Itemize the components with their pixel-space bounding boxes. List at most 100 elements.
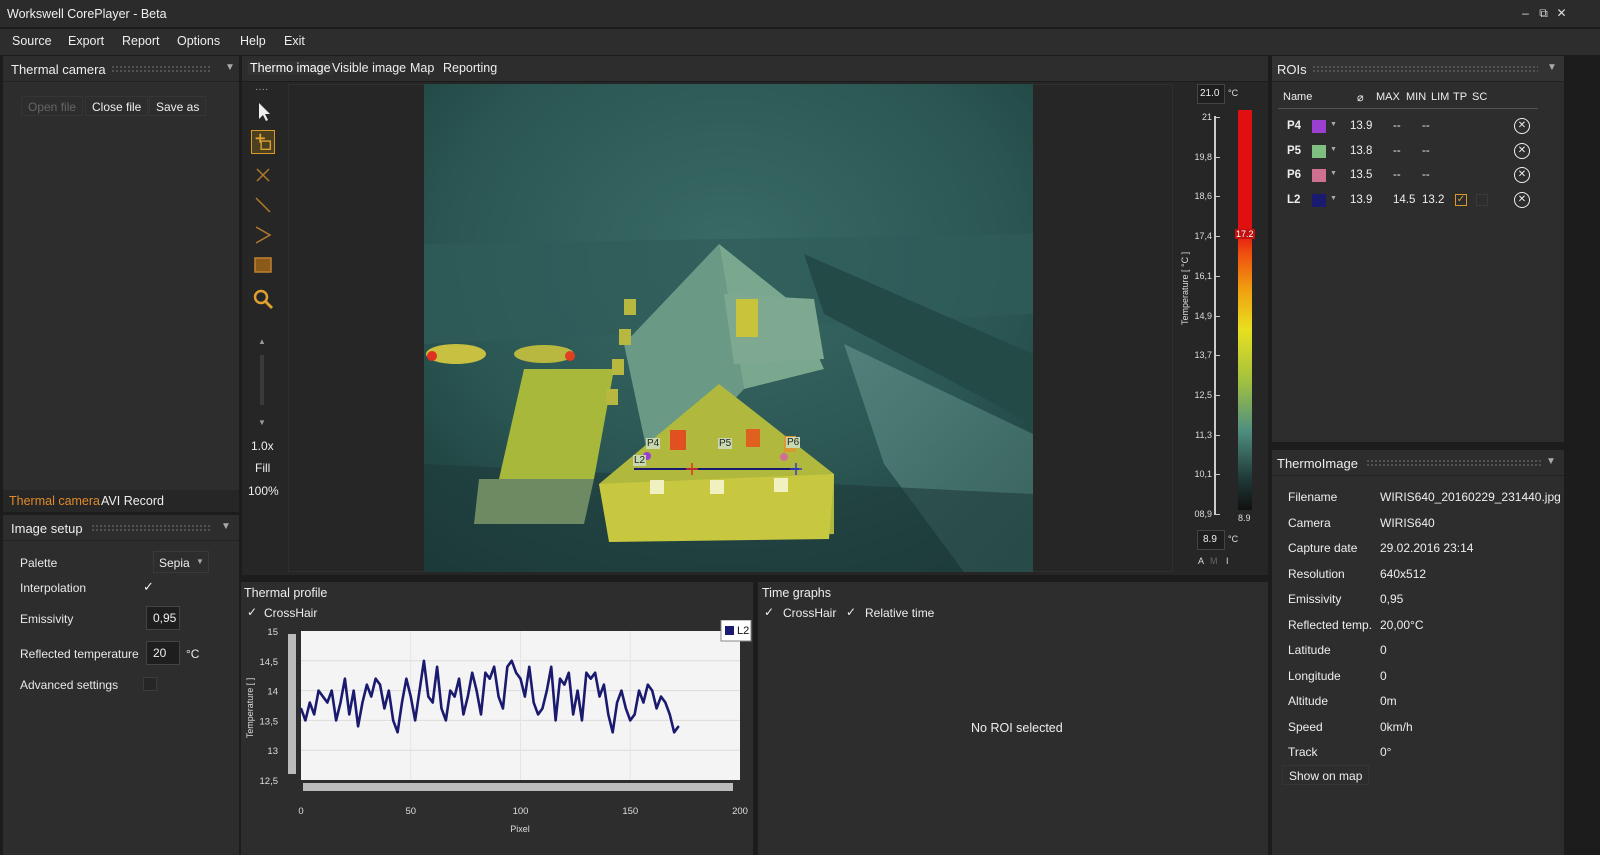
show-on-map-button[interactable]: Show on map (1282, 765, 1370, 785)
rectangle-tool-icon[interactable] (251, 253, 275, 277)
info-label: Capture date (1288, 541, 1358, 555)
menu-options[interactable]: Options (177, 34, 220, 48)
scale-mode-a[interactable]: A (1198, 556, 1204, 566)
scale-max-input[interactable]: 21.0 (1197, 84, 1225, 104)
horizontal-scrollbar[interactable] (303, 783, 733, 791)
spot-tool-icon[interactable] (251, 163, 275, 187)
roi-label-p4[interactable]: P4 (646, 438, 661, 449)
panel-grip[interactable] (111, 65, 211, 73)
color-dropdown-icon[interactable]: ▼ (1330, 170, 1337, 177)
emissivity-input[interactable]: 0,95 (146, 606, 180, 630)
panel-grip[interactable] (91, 524, 211, 532)
reflected-temperature-input[interactable]: 20 (146, 641, 180, 665)
info-value: 0km/h (1380, 719, 1413, 734)
menu-source[interactable]: Source (12, 34, 52, 48)
polyline-tool-icon[interactable] (251, 223, 275, 247)
panel-grip[interactable] (1312, 65, 1538, 73)
reflected-unit: °C (186, 647, 200, 661)
fill-button[interactable]: Fill (255, 461, 270, 475)
roi-row[interactable]: P6 ▼ 13.5 -- -- ✕ (1280, 166, 1560, 186)
scale-tick-label: 17,4 (1194, 231, 1212, 242)
data-point (414, 719, 416, 722)
data-point (401, 701, 403, 704)
roi-color-swatch[interactable] (1312, 120, 1326, 133)
data-point (546, 689, 548, 692)
tab-thermal-camera[interactable]: Thermal camera (9, 494, 100, 508)
tab-map[interactable]: Map (410, 61, 434, 75)
scale-min-input[interactable]: 8.9 (1197, 530, 1225, 550)
tab-reporting[interactable]: Reporting (443, 61, 497, 75)
data-point (374, 677, 377, 680)
tab-visible-image[interactable]: Visible image (332, 61, 406, 75)
zoom-slider[interactable] (260, 355, 264, 405)
crosshair-checkbox[interactable]: ✓ (247, 605, 257, 619)
roi-row[interactable]: P5 ▼ 13.8 -- -- ✕ (1280, 142, 1560, 162)
scale-mode-i[interactable]: I (1226, 556, 1229, 566)
data-point (554, 719, 557, 722)
chevron-down-icon[interactable]: ▼ (225, 62, 235, 73)
data-point (524, 695, 526, 698)
scale-low-marker[interactable]: 8.9 (1238, 513, 1251, 523)
roi-color-swatch[interactable] (1312, 169, 1326, 182)
minimize-icon[interactable]: ‒ (1518, 5, 1533, 21)
close-icon[interactable]: ✕ (1554, 5, 1569, 21)
chevron-down-icon[interactable]: ▼ (1547, 62, 1557, 73)
color-dropdown-icon[interactable]: ▼ (1330, 195, 1337, 202)
roi-color-swatch[interactable] (1312, 193, 1326, 207)
remove-roi-icon[interactable]: ✕ (1514, 118, 1530, 134)
color-dropdown-icon[interactable]: ▼ (1330, 146, 1337, 153)
zoom-down-icon[interactable]: ▼ (258, 418, 266, 427)
remove-roi-icon[interactable]: ✕ (1514, 191, 1530, 208)
menu-export[interactable]: Export (68, 34, 104, 48)
menu-exit[interactable]: Exit (284, 34, 305, 48)
zoom-up-icon[interactable]: ▲ (258, 337, 266, 346)
roi-label-l2[interactable]: L2 (633, 455, 647, 466)
chevron-down-icon[interactable]: ▼ (221, 521, 231, 532)
line-tool-icon[interactable] (251, 193, 275, 217)
close-file-button[interactable]: Close file (85, 96, 149, 116)
data-point (519, 677, 522, 680)
info-label: Longitude (1288, 668, 1341, 683)
roi-color-swatch[interactable] (1312, 144, 1326, 158)
save-as-button[interactable]: Save as (149, 96, 207, 116)
thermal-profile-title: Thermal profile (244, 586, 328, 600)
chevron-down-icon: ▼ (196, 557, 204, 566)
roi-sc-checkbox[interactable] (1476, 193, 1488, 206)
menu-help[interactable]: Help (240, 34, 266, 48)
data-point (330, 689, 333, 692)
open-file-button[interactable]: Open file (21, 96, 84, 116)
thermal-image[interactable] (424, 84, 1033, 572)
menu-report[interactable]: Report (122, 34, 160, 48)
add-spot-icon[interactable] (251, 130, 275, 154)
vertical-scrollbar[interactable] (288, 634, 296, 774)
time-crosshair-checkbox[interactable]: ✓ (764, 605, 774, 619)
restore-icon[interactable]: ⧉ (1536, 5, 1551, 21)
zoom-icon[interactable] (251, 287, 275, 311)
scale-tick-mark (1214, 236, 1220, 238)
interpolation-checkbox[interactable]: ✓ (143, 579, 154, 595)
advanced-settings-checkbox[interactable] (143, 677, 157, 691)
tab-thermo-image[interactable]: Thermo image (248, 61, 333, 75)
palette-select[interactable]: Sepia ▼ (153, 551, 209, 573)
scale-high-marker[interactable]: 17.2 (1235, 229, 1255, 239)
tab-avi-record[interactable]: AVI Record (101, 494, 164, 508)
roi-max: -- (1393, 169, 1401, 181)
roi-label-p6[interactable]: P6 (786, 437, 801, 448)
rois-header: ROIs ▼ (1272, 56, 1564, 82)
y-tick-label: 13,5 (260, 716, 279, 727)
roi-tp-checkbox[interactable]: ✓ (1455, 193, 1467, 206)
roi-label-p5[interactable]: P5 (718, 438, 733, 449)
scale-mode-m[interactable]: M (1210, 556, 1218, 566)
pointer-icon[interactable] (251, 100, 275, 124)
scale-tick-label: 11,3 (1195, 429, 1212, 440)
roi-row[interactable]: L2 ▼ 13.9 14.5 13.2 ✓ ✕ (1280, 191, 1560, 211)
panel-grip[interactable] (1366, 459, 1542, 467)
chevron-down-icon[interactable]: ▼ (1546, 456, 1556, 467)
roi-row[interactable]: P4 ▼ 13.9 -- -- ✕ (1280, 117, 1560, 137)
color-dropdown-icon[interactable]: ▼ (1330, 121, 1337, 128)
thermal-profile-chart[interactable]: 15 14,5 14 13,5 13 12,5 0 50 100 150 200 Pixel Tempe… (241, 620, 753, 840)
relative-time-checkbox[interactable]: ✓ (846, 605, 856, 619)
remove-roi-icon[interactable]: ✕ (1514, 142, 1530, 159)
toolbar-grip[interactable]: ···· (255, 84, 268, 95)
remove-roi-icon[interactable]: ✕ (1514, 167, 1530, 183)
